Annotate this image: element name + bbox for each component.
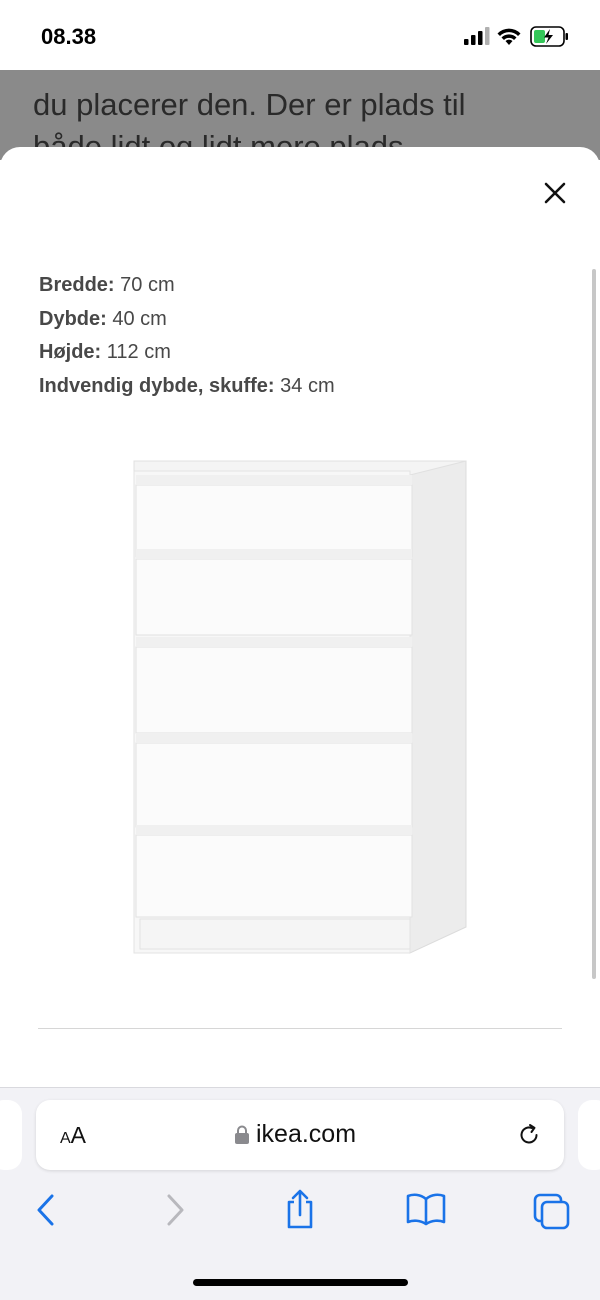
wifi-icon [497,28,521,45]
previous-tab-preview[interactable] [0,1100,22,1170]
status-time: 08.38 [41,24,97,49]
lock-icon [235,1125,249,1144]
reload-icon [520,1124,538,1144]
status-bar: 08.38 [0,0,600,70]
home-indicator[interactable] [193,1279,408,1286]
url-text: ikea.com [256,1120,357,1148]
spec-label: Indvendig dybde, skuffe: [39,375,275,398]
address-bar[interactable]: AA ikea.com [36,1100,564,1170]
bookmarks-button[interactable] [405,1192,447,1231]
battery-charging-icon [530,26,568,47]
cellular-signal-icon [464,27,490,45]
aa-big: A [70,1122,87,1148]
spec-row-depth: Dybde: 40 cm [39,303,335,337]
forward-button[interactable] [163,1192,187,1233]
spec-value: 34 cm [274,375,335,398]
spec-value: 70 cm [114,274,175,296]
url-display[interactable]: ikea.com [234,1120,356,1149]
background-text-line1: du placerer den. Der er plads til [33,87,466,122]
close-icon [544,182,566,204]
reader-settings-button[interactable]: AA [60,1122,86,1149]
share-icon [287,1189,313,1229]
forward-icon [167,1194,184,1226]
spec-row-drawer-depth: Indvendig dybde, skuffe: 34 cm [39,370,335,404]
divider [38,1028,562,1029]
next-tab-preview[interactable] [578,1100,600,1170]
back-icon [37,1194,54,1226]
browser-bar: AA ikea.com [0,1087,600,1300]
share-button[interactable] [284,1188,316,1235]
scroll-indicator[interactable] [592,269,596,979]
tabs-icon [533,1193,570,1230]
spec-label: Dybde: [39,307,107,330]
back-button[interactable] [34,1192,58,1233]
spec-label: Højde: [39,341,102,364]
spec-value: 40 cm [106,307,167,330]
tabs-button[interactable] [532,1192,572,1235]
dimensions-modal: Bredde: 70 cm Dybde: 40 cm Højde: 112 cm… [0,147,600,1087]
spec-label: Bredde: [39,274,115,296]
spec-value: 112 cm [101,341,171,364]
reload-button[interactable] [516,1122,542,1153]
spec-row-width: Bredde: 70 cm [39,269,335,303]
spec-row-height: Højde: 112 cm [39,336,335,370]
dimension-specs: Bredde: 70 cm Dybde: 40 cm Højde: 112 cm… [39,269,335,404]
product-image [133,460,467,954]
drawer-fronts [135,475,413,918]
bookmarks-icon [406,1193,446,1226]
close-button[interactable] [537,175,573,211]
aa-small: A [60,1130,71,1147]
